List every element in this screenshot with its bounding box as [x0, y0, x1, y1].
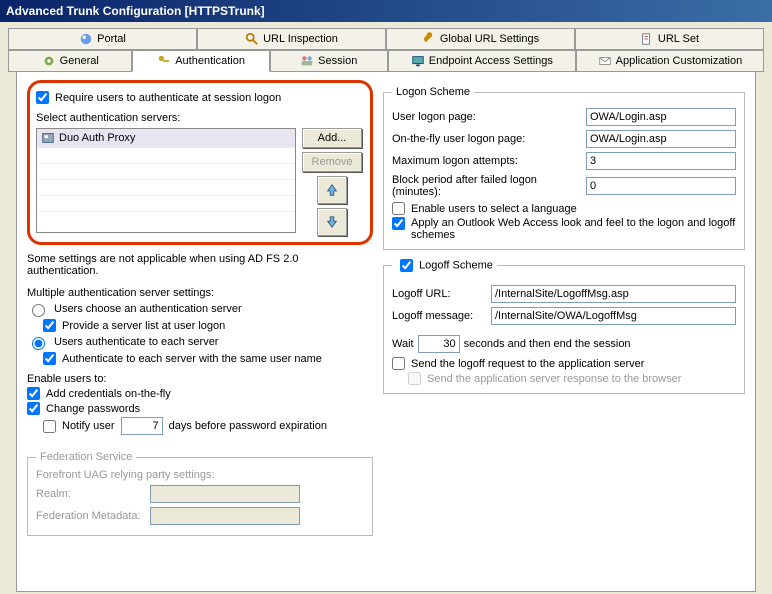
federation-fieldset: Federation Service Forefront UAG relying… [27, 451, 373, 536]
auth-same-name-label: Authenticate to each server with the sam… [62, 353, 322, 365]
max-attempts-input[interactable] [586, 152, 736, 170]
logoff-url-label: Logoff URL: [392, 288, 487, 300]
tabs: Portal URL Inspection Global URL Setting… [0, 22, 772, 592]
move-down-button[interactable] [317, 208, 347, 236]
move-up-button[interactable] [317, 176, 347, 204]
radio-users-each[interactable] [32, 337, 45, 350]
magnifier-icon [245, 32, 259, 46]
server-row-duo[interactable]: Duo Auth Proxy [37, 129, 295, 148]
arrow-up-icon [325, 183, 339, 197]
select-servers-label: Select authentication servers: [36, 112, 364, 124]
monitor-icon [411, 54, 425, 68]
notify-user-label: Notify user [62, 420, 115, 432]
wait-label: Wait [392, 338, 414, 350]
send-logoff-label: Send the logoff request to the applicati… [411, 358, 644, 370]
fed-meta-input [150, 507, 300, 525]
tab-global-url[interactable]: Global URL Settings [386, 28, 575, 50]
provide-list-checkbox[interactable] [43, 319, 56, 332]
tab-session[interactable]: Session [270, 50, 388, 72]
notify-days-input[interactable] [121, 417, 163, 435]
block-period-label: Block period after failed logon (minutes… [392, 174, 582, 198]
tab-url-inspection[interactable]: URL Inspection [197, 28, 386, 50]
provide-list-label: Provide a server list at user logon [62, 320, 225, 332]
send-app-resp-label: Send the application server response to … [427, 373, 681, 385]
enable-users-heading: Enable users to: [27, 373, 373, 385]
add-cred-label: Add credentials on-the-fly [46, 388, 171, 400]
add-server-button[interactable]: Add... [302, 128, 362, 148]
envelope-icon [598, 54, 612, 68]
document-icon [640, 32, 654, 46]
keys-icon [157, 54, 171, 68]
radio-users-each-label: Users authenticate to each server [54, 336, 218, 348]
fed-meta-label: Federation Metadata: [36, 510, 146, 522]
tab-endpoint[interactable]: Endpoint Access Settings [388, 50, 576, 72]
realm-label: Realm: [36, 488, 146, 500]
change-pw-checkbox[interactable] [27, 402, 40, 415]
logoff-scheme-legend: Logoff Scheme [392, 256, 497, 275]
federation-legend: Federation Service [36, 451, 136, 463]
logoff-scheme-checkbox[interactable] [400, 259, 413, 272]
server-icon [41, 131, 55, 145]
remove-server-button[interactable]: Remove [302, 152, 362, 172]
tab-portal[interactable]: Portal [8, 28, 197, 50]
users-icon [300, 54, 314, 68]
fed-settings-label: Forefront UAG relying party settings: [36, 469, 364, 481]
gear-icon [42, 54, 56, 68]
require-auth-label: Require users to authenticate at session… [55, 92, 281, 104]
realm-input [150, 485, 300, 503]
multi-auth-heading: Multiple authentication server settings: [27, 287, 373, 299]
logon-scheme-legend: Logon Scheme [392, 86, 474, 98]
max-attempts-label: Maximum logon attempts: [392, 155, 582, 167]
logon-scheme-fieldset: Logon Scheme User logon page: On-the-fly… [383, 86, 745, 250]
require-auth-checkbox[interactable] [36, 91, 49, 104]
tab-app-customization[interactable]: Application Customization [576, 50, 764, 72]
auth-server-list[interactable]: Duo Auth Proxy [36, 128, 296, 233]
wrench-icon [422, 32, 436, 46]
enable-lang-label: Enable users to select a language [411, 203, 577, 215]
radio-users-choose[interactable] [32, 304, 45, 317]
logoff-scheme-fieldset: Logoff Scheme Logoff URL: Logoff message… [383, 256, 745, 394]
radio-users-choose-label: Users choose an authentication server [54, 303, 242, 315]
wait-input[interactable] [418, 335, 460, 353]
apply-owa-label: Apply an Outlook Web Access look and fee… [411, 217, 736, 241]
window-titlebar: Advanced Trunk Configuration [HTTPSTrunk… [0, 0, 772, 22]
onfly-page-label: On-the-fly user logon page: [392, 133, 582, 145]
auth-highlight-box: Require users to authenticate at session… [27, 80, 373, 245]
add-cred-checkbox[interactable] [27, 387, 40, 400]
apply-owa-checkbox[interactable] [392, 217, 405, 230]
notify-user-checkbox[interactable] [43, 420, 56, 433]
wait-after-label: seconds and then end the session [464, 338, 631, 350]
change-pw-label: Change passwords [46, 403, 140, 415]
tab-general[interactable]: General [8, 50, 132, 72]
logoff-msg-label: Logoff message: [392, 310, 487, 322]
tab-authentication[interactable]: Authentication [132, 50, 269, 72]
tab-url-set[interactable]: URL Set [575, 28, 764, 50]
logoff-msg-input[interactable] [491, 307, 736, 325]
enable-lang-checkbox[interactable] [392, 202, 405, 215]
onfly-page-input[interactable] [586, 130, 736, 148]
logoff-url-input[interactable] [491, 285, 736, 303]
arrow-down-icon [325, 215, 339, 229]
block-period-input[interactable] [586, 177, 736, 195]
auth-same-name-checkbox[interactable] [43, 352, 56, 365]
send-logoff-checkbox[interactable] [392, 357, 405, 370]
send-app-resp-checkbox [408, 372, 421, 385]
notify-days-after-label: days before password expiration [169, 420, 327, 432]
portal-icon [79, 32, 93, 46]
user-logon-page-label: User logon page: [392, 111, 582, 123]
adfs-note: Some settings are not applicable when us… [27, 253, 373, 277]
user-logon-page-input[interactable] [586, 108, 736, 126]
